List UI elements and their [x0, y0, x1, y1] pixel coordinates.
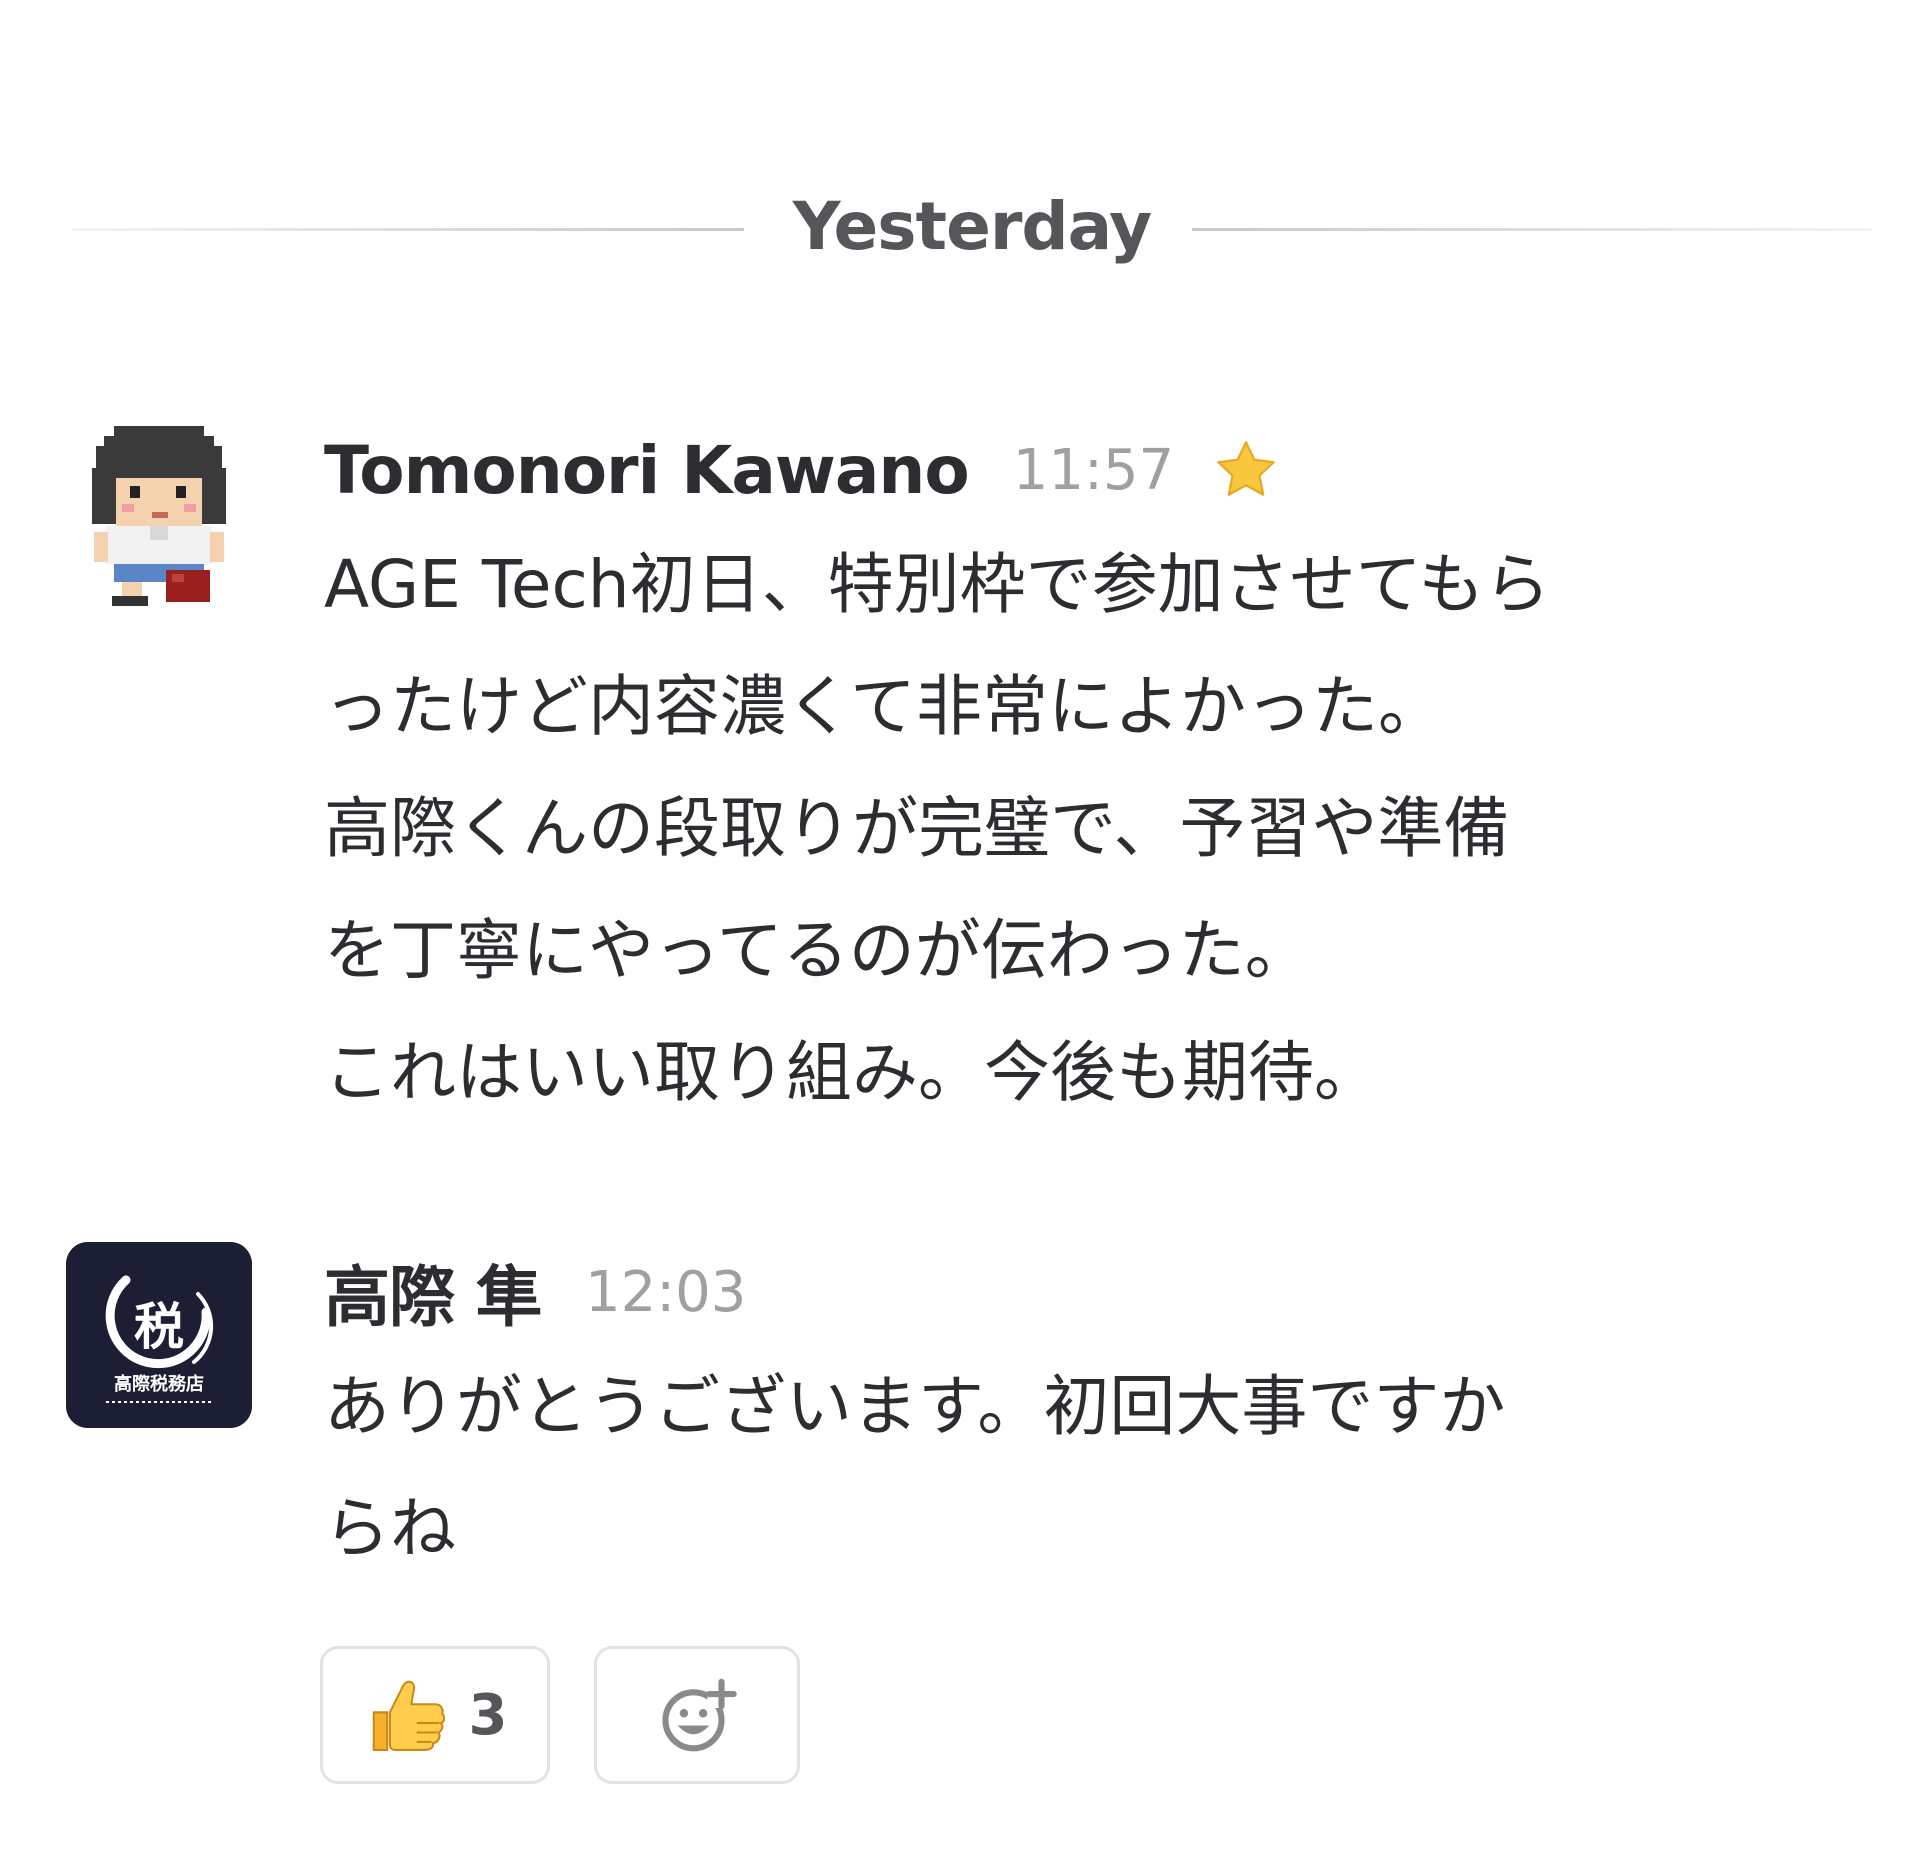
day-divider: Yesterday	[72, 188, 1872, 268]
divider-line-left	[72, 228, 744, 231]
avatar-logo-char: 税	[134, 1298, 184, 1356]
message-line: これはいい取り組み。今後も期待。	[324, 1034, 1380, 1111]
message-content: Tomonori Kawano 11:57 AGE Tech初日、特別枠で参加さ…	[324, 420, 1824, 1134]
message-line: ありがとうございます。初回大事ですか	[324, 1368, 1506, 1445]
message-body: ありがとうございます。初回大事ですか らね	[324, 1346, 1824, 1590]
divider-line-right	[1192, 228, 1872, 231]
reaction-count: 3	[468, 1682, 508, 1748]
star-icon[interactable]	[1212, 436, 1280, 504]
message-line: ったけど内容濃くて非常によかった。	[324, 668, 1445, 745]
user-avatar[interactable]	[66, 420, 252, 606]
message-timestamp[interactable]: 11:57	[1013, 438, 1174, 503]
message-content: 高際 隼 12:03 ありがとうございます。初回大事ですか らね	[324, 1242, 1824, 1590]
thumbs-up-reaction-button[interactable]: 3	[320, 1646, 550, 1784]
message-header: 高際 隼 12:03	[324, 1242, 1824, 1342]
thumbs-up-icon	[372, 1680, 445, 1751]
message-line: AGE Tech初日、特別枠で参加させてもら	[324, 546, 1551, 623]
message-line: を丁寧にやってるのが伝わった。	[324, 912, 1311, 989]
pixel-art-person-avatar-icon	[92, 426, 226, 606]
user-avatar[interactable]: 税 高際税務店	[66, 1242, 252, 1428]
message-body: AGE Tech初日、特別枠で参加させてもら ったけど内容濃くて非常によかった。…	[324, 524, 1824, 1134]
avatar-logo-caption: 高際税務店	[114, 1373, 204, 1395]
reactions-bar: 3	[320, 1646, 800, 1784]
message-author[interactable]: Tomonori Kawano	[324, 432, 970, 509]
day-divider-label[interactable]: Yesterday	[772, 188, 1172, 265]
message-line: 高際くんの段取りが完璧で、予習や準備	[324, 790, 1510, 867]
message-author[interactable]: 高際 隼	[324, 1244, 542, 1340]
message-line: らね	[324, 1490, 456, 1567]
message-timestamp[interactable]: 12:03	[585, 1260, 746, 1325]
message-header: Tomonori Kawano 11:57	[324, 420, 1824, 520]
tax-office-logo-avatar-icon: 税 高際税務店	[66, 1242, 252, 1428]
add-reaction-icon	[662, 1678, 737, 1752]
add-reaction-button[interactable]	[594, 1646, 800, 1784]
